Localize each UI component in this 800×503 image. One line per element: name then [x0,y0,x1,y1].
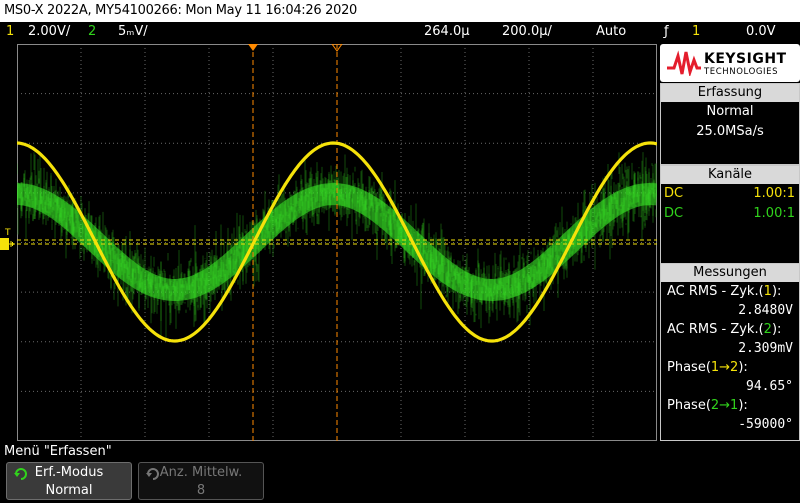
measurements-section[interactable]: Messungen AC RMS - Zyk.(1): 2.8480V AC R… [660,263,800,441]
acquisition-header: Erfassung [661,84,799,102]
time-scale[interactable]: 200.0µ/ [502,22,552,42]
averages-label: Anz. Mittelw. [159,465,243,480]
averages-softkey[interactable]: Anz. Mittelw. 8 [138,462,264,500]
keysight-logo: KEYSIGHT TECHNOLOGIES [660,44,800,82]
averages-value: 8 [196,483,206,498]
channels-section[interactable]: Kanäle DC 1.00:1 DC 1.00:1 [660,165,800,265]
measurement-label: AC RMS - Zyk.(2): [667,322,782,337]
measurements-header: Messungen [661,264,799,282]
sample-rate: 25.0MSa/s [696,124,764,139]
time-delay[interactable]: 264.0µ [424,22,470,42]
trigger-position-marker [248,44,258,51]
ground-icon [0,238,15,250]
ch2-indicator[interactable]: 2 [88,22,96,42]
channel2-coupling: DC [664,206,684,221]
measurement-label: Phase(2→1): [667,398,748,413]
measurement-value: 2.8480V [738,303,793,318]
channel-offset-markers[interactable] [0,236,16,250]
channel2-probe: 1.00:1 [753,206,795,221]
keysight-wave-icon [667,50,701,76]
measurement-value: 94.65° [746,379,793,394]
ch1-scale[interactable]: 2.00V/ [28,22,70,42]
acquire-mode-label: Erf.-Modus [34,465,104,480]
channel1-coupling: DC [664,186,684,201]
logo-brand: KEYSIGHT [704,51,787,67]
window-title: MS0-X 2022A, MY54100266: Mon May 11 16:0… [0,0,800,22]
measurement-label: AC RMS - Zyk.(1): [667,284,782,299]
channel1-probe: 1.00:1 [753,186,795,201]
measurement-label: Phase(1→2): [667,360,748,375]
channel2-row: DC 1.00:1 [661,204,799,224]
waveform-display[interactable] [17,44,657,441]
trigger-mode[interactable]: Auto [596,22,626,42]
trigger-source[interactable]: 1 [692,22,700,42]
acquire-mode-value: Normal [45,483,93,498]
ch2-scale[interactable]: 5ₘV/ [118,22,148,42]
measurement-value: 2.309mV [738,341,793,356]
ch1-indicator[interactable]: 1 [6,22,14,42]
acquisition-section[interactable]: Erfassung Normal 25.0MSa/s [660,83,800,165]
trigger-edge-icon: ƒ [664,24,669,39]
side-panel: KEYSIGHT TECHNOLOGIES Erfassung Normal 2… [660,44,800,441]
trigger-level[interactable]: 0.0V [746,22,776,42]
softkey-bar: Menü "Erfassen" Erf.-Modus Normal Anz. M… [0,442,800,503]
acquire-mode-softkey[interactable]: Erf.-Modus Normal [6,462,132,500]
logo-subtitle: TECHNOLOGIES [704,67,779,77]
measurement-value: -59000° [738,417,793,432]
menu-title: Menü "Erfassen" [4,444,112,459]
status-bar: 1 2.00V/ 2 5ₘV/ 264.0µ 200.0µ/ Auto ƒ 1 … [0,22,800,42]
channels-header: Kanäle [661,166,799,184]
acquisition-mode: Normal [706,104,754,119]
channel1-row: DC 1.00:1 [661,184,799,204]
waveform-canvas [17,44,657,441]
